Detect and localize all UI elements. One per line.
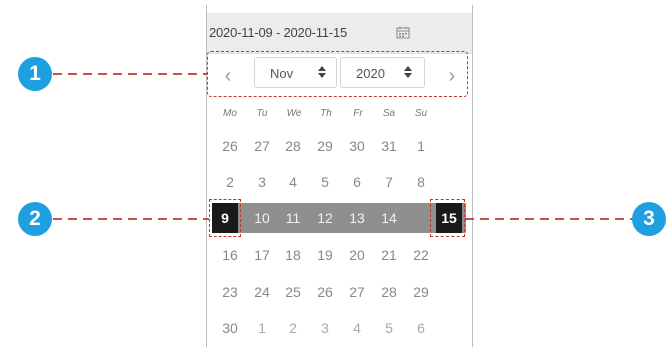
- callout-leader-lines: [53, 73, 634, 220]
- callout-marker-2: 2: [18, 202, 52, 236]
- callout-marker-3: 3: [632, 202, 666, 236]
- callout-marker-1: 1: [18, 57, 52, 91]
